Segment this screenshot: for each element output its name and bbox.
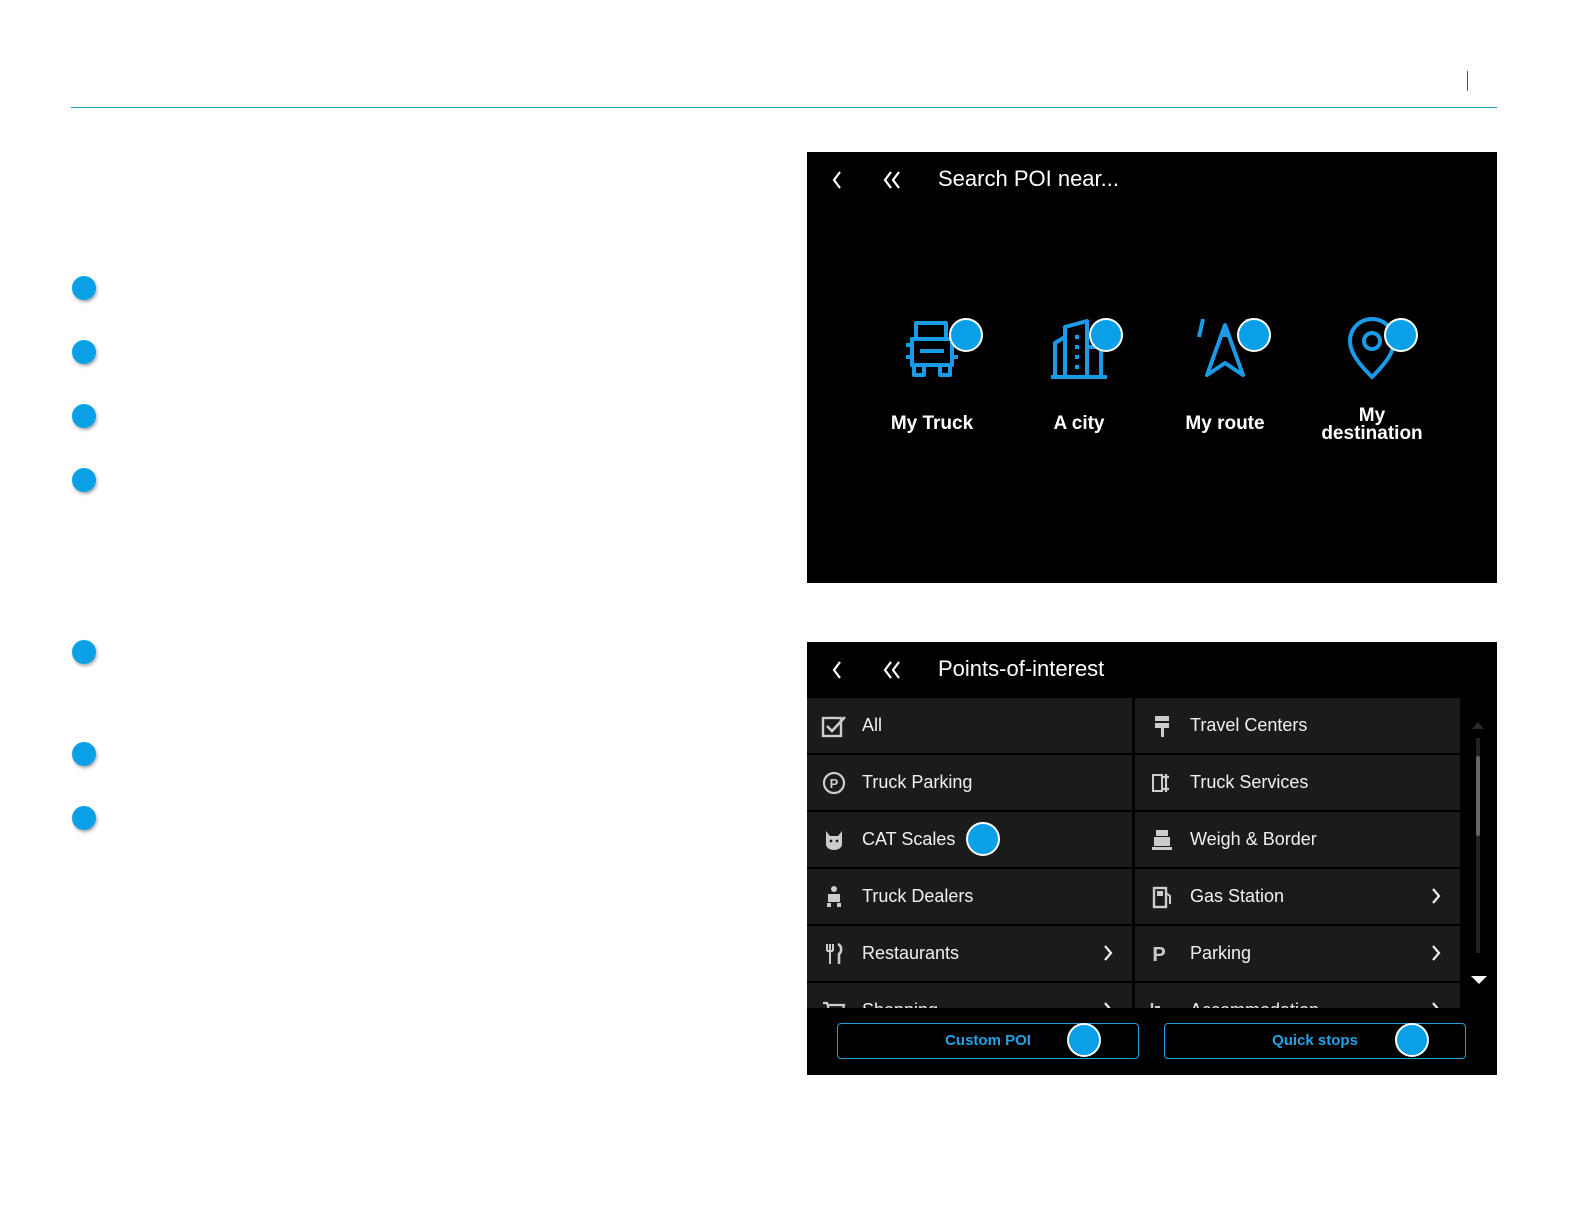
category-all[interactable]: All: [807, 698, 1132, 753]
parking-p-icon: P: [1152, 944, 1165, 966]
callout-bullet: [72, 404, 96, 428]
chevron-right-icon: [1432, 945, 1441, 961]
checklist-icon: [821, 716, 846, 738]
category-label: Parking: [1190, 943, 1252, 963]
truck-service-icon: [1152, 774, 1169, 792]
chevron-right-icon: [1432, 1002, 1439, 1008]
scroll-up-arrow-icon[interactable]: [1471, 720, 1485, 730]
screen-title: Points-of-interest: [938, 656, 1105, 681]
category-gas-station[interactable]: Gas Station: [1135, 869, 1460, 924]
shopping-cart-icon: [823, 1001, 846, 1008]
category-truck-parking[interactable]: P Truck Parking: [807, 755, 1132, 810]
truck-dealer-icon: [827, 886, 841, 907]
category-truck-services[interactable]: Truck Services: [1135, 755, 1460, 810]
category-label: Weigh & Border: [1190, 829, 1317, 849]
category-label: Accommodation: [1190, 1000, 1319, 1008]
callout-marker: [1395, 1023, 1429, 1057]
parking-circle-icon: P: [822, 771, 846, 795]
callout-marker: [1067, 1023, 1101, 1057]
category-accommodation[interactable]: Accommodation: [1135, 983, 1460, 1008]
weigh-station-icon: [1152, 830, 1172, 850]
category-weigh-border[interactable]: Weigh & Border: [1135, 812, 1460, 867]
option-label: A city: [1053, 413, 1105, 434]
option-label: My route: [1185, 413, 1265, 434]
chevron-right-icon: [1104, 1002, 1111, 1008]
double-chevron-left-icon[interactable]: [881, 168, 905, 192]
search-poi-screen: Search POI near... My Truck A city My ro…: [807, 152, 1497, 583]
option-label: My Truck: [890, 413, 974, 434]
category-parking[interactable]: P Parking: [1135, 926, 1460, 981]
chevron-right-icon: [1432, 888, 1441, 904]
category-label: Truck Dealers: [862, 886, 974, 906]
category-label: Restaurants: [862, 943, 960, 963]
callout-bullet: [72, 806, 96, 830]
screen-title: Search POI near...: [938, 166, 1119, 191]
fork-knife-icon: [826, 942, 843, 964]
category-truck-dealers[interactable]: Truck Dealers: [807, 869, 1132, 924]
category-label: Gas Station: [1190, 886, 1285, 906]
fuel-pump-icon: [1152, 886, 1171, 909]
category-label: Travel Centers: [1190, 715, 1308, 735]
category-restaurants[interactable]: Restaurants: [807, 926, 1132, 981]
double-chevron-left-icon[interactable]: [881, 658, 905, 682]
category-label: Truck Parking: [862, 772, 973, 792]
callout-marker: [1089, 318, 1123, 352]
category-label: Shopping: [862, 1000, 938, 1008]
callout-bullet: [72, 340, 96, 364]
svg-text:P: P: [1152, 944, 1165, 966]
scrollbar-thumb[interactable]: [1476, 756, 1480, 836]
category-shopping[interactable]: Shopping: [807, 983, 1132, 1008]
category-travel-centers[interactable]: Travel Centers: [1135, 698, 1460, 753]
category-label: CAT Scales: [862, 829, 956, 849]
callout-bullet: [72, 468, 96, 492]
callout-marker: [949, 318, 983, 352]
scroll-down-arrow-icon[interactable]: [1470, 974, 1488, 986]
chevron-right-icon: [1104, 945, 1113, 961]
cat-scale-icon: [826, 831, 842, 850]
chevron-left-icon[interactable]: [829, 168, 845, 192]
callout-bullet: [72, 276, 96, 300]
callout-marker: [1237, 318, 1271, 352]
header-rule: [71, 107, 1497, 108]
callout-marker: [966, 822, 1000, 856]
poi-category-grid: All Travel Centers P Truck Parking Truck…: [807, 698, 1461, 1008]
svg-text:P: P: [830, 776, 839, 791]
bed-icon: [1150, 1003, 1160, 1008]
option-label-line2: destination: [1321, 423, 1423, 444]
points-of-interest-screen: Points-of-interest All Travel Centers P …: [807, 642, 1497, 1075]
callout-marker: [1384, 318, 1418, 352]
category-label: All: [862, 715, 883, 735]
page-number-divider: [1467, 71, 1468, 91]
travel-center-sign-icon: [1155, 716, 1169, 737]
category-label: Truck Services: [1190, 772, 1309, 792]
callout-bullet: [72, 742, 96, 766]
chevron-left-icon[interactable]: [829, 658, 845, 682]
callout-bullet: [72, 640, 96, 664]
